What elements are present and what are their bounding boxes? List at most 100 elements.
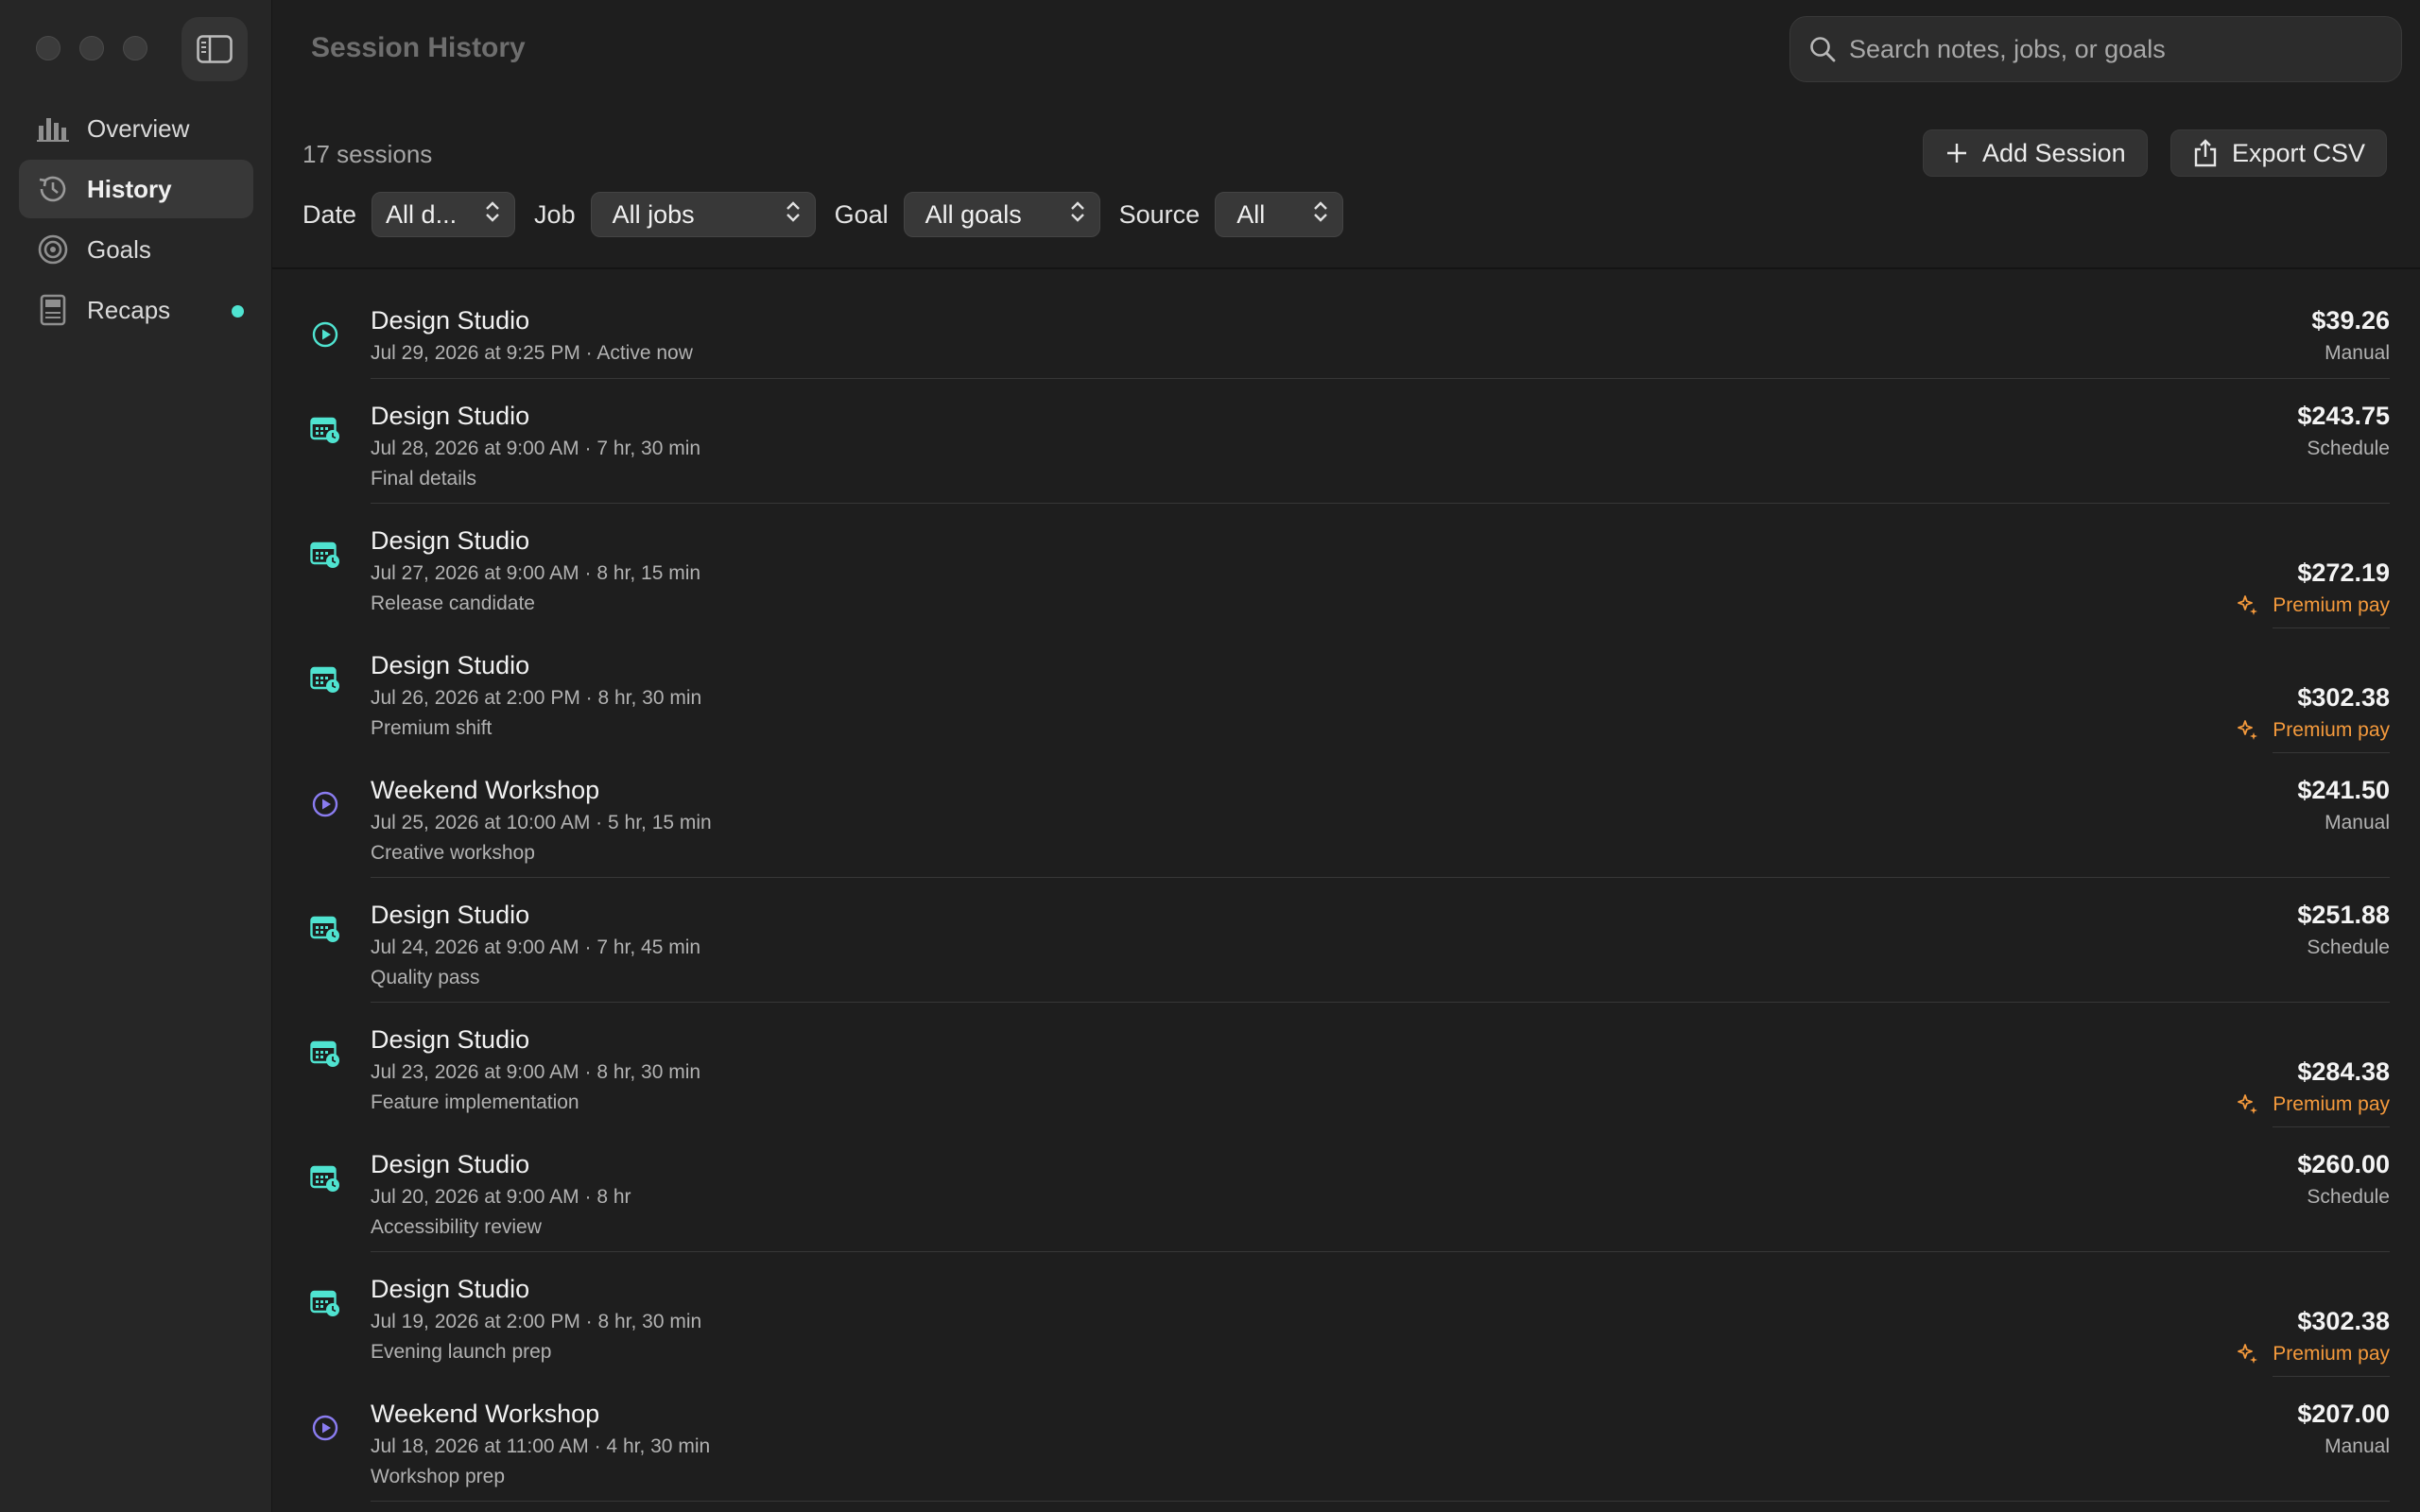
updown-chevron-icon: [1312, 199, 1329, 231]
header-divider: [272, 267, 2420, 269]
session-row[interactable]: Design Studio Jul 28, 2026 at 9:00 AM · 7…: [272, 379, 2420, 504]
calendar-clock-icon: [310, 1288, 340, 1318]
session-source: Premium pay: [2273, 1343, 2390, 1365]
calendar-clock-icon: [310, 914, 340, 944]
session-job-title: Design Studio: [371, 651, 530, 679]
sparkle-icon: [2237, 1093, 2259, 1116]
session-note: Quality pass: [371, 967, 480, 988]
updown-chevron-icon: [785, 199, 802, 231]
session-date-duration: Jul 20, 2026 at 9:00 AM · 8 hr: [371, 1186, 631, 1208]
session-note: Creative workshop: [371, 842, 535, 864]
sidebar-toggle-button[interactable]: [182, 17, 248, 81]
search-field[interactable]: [1789, 16, 2402, 82]
session-date-duration: Jul 19, 2026 at 2:00 PM · 8 hr, 30 min: [371, 1311, 702, 1332]
session-row[interactable]: Weekend Workshop Jul 18, 2026 at 11:00 AM…: [272, 1377, 2420, 1502]
session-source: Schedule: [2307, 936, 2390, 958]
job-filter-value: All jobs: [612, 199, 695, 229]
session-row[interactable]: Design Studio Jul 29, 2026 at 9:25 PM · A…: [272, 284, 2420, 379]
search-input[interactable]: [1849, 34, 2378, 64]
unread-badge: [232, 305, 244, 318]
calendar-clock-icon: [310, 415, 340, 445]
session-source: Manual: [2325, 812, 2390, 833]
updown-chevron-icon: [484, 199, 501, 231]
calendar-clock-icon: [310, 1163, 340, 1194]
window-zoom-button[interactable]: [123, 36, 147, 60]
session-row[interactable]: Design Studio Jul 27, 2026 at 9:00 AM · 8…: [272, 504, 2420, 628]
session-amount: $260.00: [2297, 1150, 2390, 1178]
session-date-duration: Jul 18, 2026 at 11:00 AM · 4 hr, 30 min: [371, 1435, 711, 1457]
goal-filter-value: All goals: [925, 199, 1022, 229]
session-source: Schedule: [2307, 438, 2390, 459]
session-amount: $243.75: [2297, 402, 2390, 430]
session-date-duration: Jul 24, 2026 at 9:00 AM · 7 hr, 45 min: [371, 936, 701, 958]
sidebar-item-goals[interactable]: Goals: [19, 220, 253, 279]
export-csv-button[interactable]: Export CSV: [2170, 129, 2388, 177]
window-minimize-button[interactable]: [79, 36, 104, 60]
date-filter-select[interactable]: All d...: [372, 192, 516, 237]
session-amount: $272.19: [2297, 558, 2390, 587]
document-icon: [36, 293, 70, 327]
sidebar-item-label: Goals: [87, 234, 151, 264]
play-circle-icon: [310, 319, 340, 350]
session-note: Premium shift: [371, 717, 493, 739]
session-job-title: Design Studio: [371, 1275, 530, 1303]
filter-bar: Date All d... Job All jobs Goal All goal…: [302, 191, 1362, 238]
premium-pay-badge: Premium pay: [2237, 719, 2390, 742]
row-divider: [371, 1501, 2390, 1502]
page-title: Session History: [311, 32, 526, 63]
sidebar-item-history[interactable]: History: [19, 160, 253, 218]
goal-filter-label: Goal: [834, 199, 889, 229]
session-row[interactable]: Weekend Workshop Jul 25, 2026 at 10:00 AM…: [272, 753, 2420, 878]
sidebar-nav: Overview History Goals Recaps: [19, 99, 253, 341]
session-count: 17 sessions: [302, 140, 433, 168]
session-amount: $39.26: [2311, 306, 2390, 335]
session-amount: $284.38: [2297, 1057, 2390, 1086]
session-amount: $241.50: [2297, 776, 2390, 804]
updown-chevron-icon: [1069, 199, 1086, 231]
source-filter-label: Source: [1118, 199, 1201, 229]
add-session-button[interactable]: Add Session: [1923, 129, 2148, 177]
session-date-duration: Jul 28, 2026 at 9:00 AM · 7 hr, 30 min: [371, 438, 701, 459]
sidebar-item-label: Recaps: [87, 295, 171, 324]
session-job-title: Weekend Workshop: [371, 1400, 600, 1428]
session-row[interactable]: Design Studio Jul 24, 2026 at 9:00 AM · 7…: [272, 878, 2420, 1003]
premium-pay-badge: Premium pay: [2237, 1093, 2390, 1116]
calendar-clock-icon: [310, 664, 340, 695]
sidebar-item-overview[interactable]: Overview: [19, 99, 253, 158]
session-note: Final details: [371, 468, 477, 490]
play-circle-icon: [310, 789, 340, 819]
session-amount: $302.38: [2297, 683, 2390, 712]
sparkle-icon: [2237, 1343, 2259, 1366]
session-row[interactable]: Design Studio Jul 23, 2026 at 9:00 AM · 8…: [272, 1003, 2420, 1127]
session-job-title: Design Studio: [371, 306, 530, 335]
session-source: Manual: [2325, 342, 2390, 364]
session-row[interactable]: Design Studio Jul 26, 2026 at 2:00 PM · 8…: [272, 628, 2420, 753]
session-row[interactable]: Design Studio Jul 19, 2026 at 2:00 PM · 8…: [272, 1252, 2420, 1377]
session-note: Evening launch prep: [371, 1341, 552, 1363]
sidebar-item-recaps[interactable]: Recaps: [19, 281, 253, 339]
app-window: Overview History Goals Recaps Session Hi…: [0, 0, 2420, 1512]
session-row[interactable]: Design Studio Jul 20, 2026 at 9:00 AM · 8…: [272, 1127, 2420, 1252]
sidebar: Overview History Goals Recaps: [0, 0, 272, 1512]
source-filter-select[interactable]: All: [1215, 192, 1344, 237]
export-csv-label: Export CSV: [2232, 138, 2366, 167]
job-filter-label: Job: [534, 199, 576, 229]
session-job-title: Design Studio: [371, 1150, 530, 1178]
session-date-duration: Jul 23, 2026 at 9:00 AM · 8 hr, 30 min: [371, 1061, 701, 1083]
session-date-duration: Jul 27, 2026 at 9:00 AM · 8 hr, 15 min: [371, 562, 701, 584]
session-note: Release candidate: [371, 593, 535, 614]
premium-pay-badge: Premium pay: [2237, 594, 2390, 617]
job-filter-select[interactable]: All jobs: [590, 192, 816, 237]
window-close-button[interactable]: [36, 36, 60, 60]
session-source: Manual: [2325, 1435, 2390, 1457]
sidebar-item-label: Overview: [87, 113, 190, 143]
session-note: Workshop prep: [371, 1466, 506, 1487]
session-source: Premium pay: [2273, 719, 2390, 741]
session-note: Accessibility review: [371, 1216, 542, 1238]
search-icon: [1810, 37, 1836, 62]
session-date-duration: Jul 29, 2026 at 9:25 PM · Active now: [371, 342, 693, 364]
play-circle-icon: [310, 1413, 340, 1443]
session-job-title: Design Studio: [371, 901, 530, 929]
sidebar-item-label: History: [87, 174, 172, 203]
goal-filter-select[interactable]: All goals: [903, 192, 1100, 237]
